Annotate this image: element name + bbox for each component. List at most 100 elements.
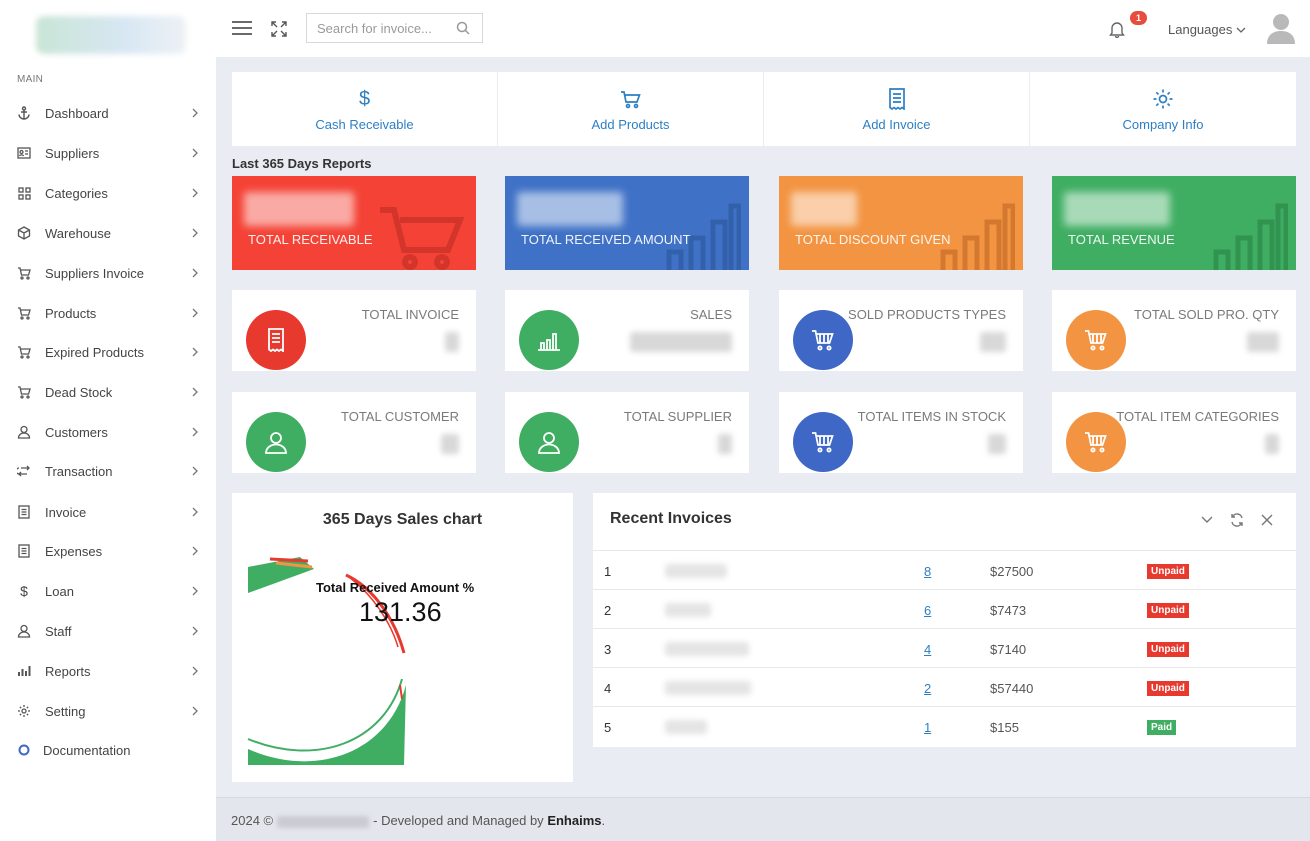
chevron-right-icon	[190, 706, 200, 716]
cart-icon	[1066, 310, 1126, 370]
chevron-right-icon	[190, 268, 200, 278]
invoice-link[interactable]: 6	[924, 603, 931, 618]
sidebar-item-warehouse[interactable]: Warehouse	[0, 213, 216, 253]
card-total-invoice: TOTAL INVOICE	[232, 290, 476, 371]
card-value-hidden	[988, 434, 1006, 454]
invoice-amount: $155	[990, 720, 1019, 735]
sidebar-item-label: Suppliers	[45, 145, 100, 161]
quick-action-add-invoice[interactable]: Add Invoice	[764, 72, 1029, 146]
user-avatar[interactable]	[1267, 12, 1295, 44]
invoice-amount: $27500	[990, 564, 1034, 579]
quick-action-cash-receivable[interactable]: $ Cash Receivable	[232, 72, 497, 146]
stat-total-received-amount: TOTAL RECEIVED AMOUNT	[505, 176, 749, 270]
dollar-icon: $	[358, 88, 371, 110]
recent-invoices-panel: Recent Invoices 1 8 $27500 Unpaid 2 6 $7…	[593, 493, 1296, 747]
cube-icon	[16, 225, 32, 241]
languages-dropdown[interactable]: Languages	[1168, 22, 1246, 37]
invoice-link[interactable]: 1	[924, 720, 931, 735]
card-label: TOTAL CUSTOMER	[341, 409, 459, 424]
company-logo[interactable]	[36, 16, 186, 54]
sidebar-item-label: Expired Products	[45, 344, 144, 360]
sidebar-item-suppliers-invoice[interactable]: Suppliers Invoice	[0, 253, 216, 293]
footer-brand-link[interactable]: Enhaims	[547, 813, 601, 828]
card-label: TOTAL ITEMS IN STOCK	[857, 409, 1006, 424]
sidebar-item-suppliers[interactable]: Suppliers	[0, 133, 216, 173]
sidebar-item-loan[interactable]: $ Loan	[0, 571, 216, 611]
search-icon[interactable]	[456, 21, 470, 35]
status-badge: Paid	[1147, 720, 1177, 735]
sidebar-item-products[interactable]: Products	[0, 293, 216, 333]
sidebar-item-documentation[interactable]: Documentation	[0, 730, 216, 770]
sidebar-item-expenses[interactable]: Expenses	[0, 531, 216, 571]
sidebar-item-customers[interactable]: Customers	[0, 412, 216, 452]
notification-bell-icon[interactable]	[1109, 20, 1125, 38]
row-number: 2	[604, 603, 612, 618]
sidebar-item-staff[interactable]: Staff	[0, 611, 216, 651]
sidebar-item-label: Dead Stock	[45, 384, 113, 400]
quick-action-company-info[interactable]: Company Info	[1030, 72, 1296, 146]
sidebar-item-label: Staff	[45, 623, 72, 639]
row-number: 1	[604, 564, 612, 579]
anchor-icon	[16, 105, 32, 121]
customer-name-hidden	[665, 642, 749, 656]
sales-chart-title: 365 Days Sales chart	[322, 511, 483, 528]
card-total-items-in-stock: TOTAL ITEMS IN STOCK	[779, 392, 1023, 473]
chevron-right-icon	[190, 148, 200, 158]
card-total-supplier: TOTAL SUPPLIER	[505, 392, 749, 473]
stat-value-hidden	[1064, 192, 1170, 226]
chevron-right-icon	[190, 666, 200, 676]
customer-name-hidden	[665, 603, 711, 617]
dollar-icon: $	[20, 583, 28, 599]
search-input[interactable]	[307, 14, 447, 42]
quick-action-label: Add Invoice	[862, 117, 931, 132]
sales-chart-panel: 365 Days Sales chart Total Received Amou…	[232, 493, 573, 782]
chevron-down-icon	[1236, 25, 1246, 35]
sidebar-item-dashboard[interactable]: Dashboard	[0, 93, 216, 133]
chevron-right-icon	[190, 308, 200, 318]
user-icon	[519, 412, 579, 472]
languages-label: Languages	[1168, 22, 1233, 37]
hamburger-menu-icon[interactable]	[231, 20, 253, 36]
invoice-link[interactable]: 2	[924, 681, 931, 696]
status-badge: Unpaid	[1147, 603, 1189, 618]
chevron-right-icon	[190, 387, 200, 397]
user-icon	[246, 412, 306, 472]
row-number: 3	[604, 642, 612, 657]
status-badge: Unpaid	[1147, 564, 1189, 579]
circle-icon	[16, 742, 32, 758]
stat-value-hidden	[517, 192, 623, 226]
sidebar-item-categories[interactable]: Categories	[0, 173, 216, 213]
refresh-icon[interactable]	[1230, 513, 1244, 527]
close-icon[interactable]	[1260, 513, 1274, 527]
top-header: 1 Languages	[216, 0, 1310, 57]
user-icon	[16, 424, 32, 440]
sidebar-item-transaction[interactable]: Transaction	[0, 451, 216, 491]
sidebar-item-reports[interactable]: Reports	[0, 651, 216, 691]
row-number: 5	[604, 720, 612, 735]
quick-action-label: Cash Receivable	[315, 117, 414, 132]
collapse-chevron-icon[interactable]	[1200, 513, 1214, 527]
sidebar-item-expired-products[interactable]: Expired Products	[0, 332, 216, 372]
card-label: TOTAL INVOICE	[361, 307, 459, 322]
invoice-link[interactable]: 4	[924, 642, 931, 657]
cart-icon	[16, 265, 32, 281]
quick-action-add-products[interactable]: Add Products	[498, 72, 763, 146]
fullscreen-icon[interactable]	[271, 21, 287, 37]
invoice-link[interactable]: 8	[924, 564, 931, 579]
bar-chart-icon	[16, 663, 32, 679]
sidebar-item-invoice[interactable]: Invoice	[0, 492, 216, 532]
sidebar-item-label: Warehouse	[45, 225, 111, 241]
search-box	[306, 13, 483, 43]
sidebar-section-label: MAIN	[17, 74, 44, 85]
card-value-hidden	[980, 332, 1006, 352]
reports-section-title: Last 365 Days Reports	[232, 156, 372, 171]
stat-label: TOTAL REVENUE	[1068, 232, 1175, 247]
status-badge: Unpaid	[1147, 681, 1189, 696]
stat-label: TOTAL DISCOUNT GIVEN	[795, 232, 951, 247]
sidebar-item-setting[interactable]: Setting	[0, 691, 216, 731]
grid-icon	[16, 185, 32, 201]
row-number: 4	[604, 681, 612, 696]
stat-value-hidden	[244, 192, 354, 226]
bar-chart-watermark-icon	[661, 202, 741, 270]
sidebar-item-dead-stock[interactable]: Dead Stock	[0, 372, 216, 412]
